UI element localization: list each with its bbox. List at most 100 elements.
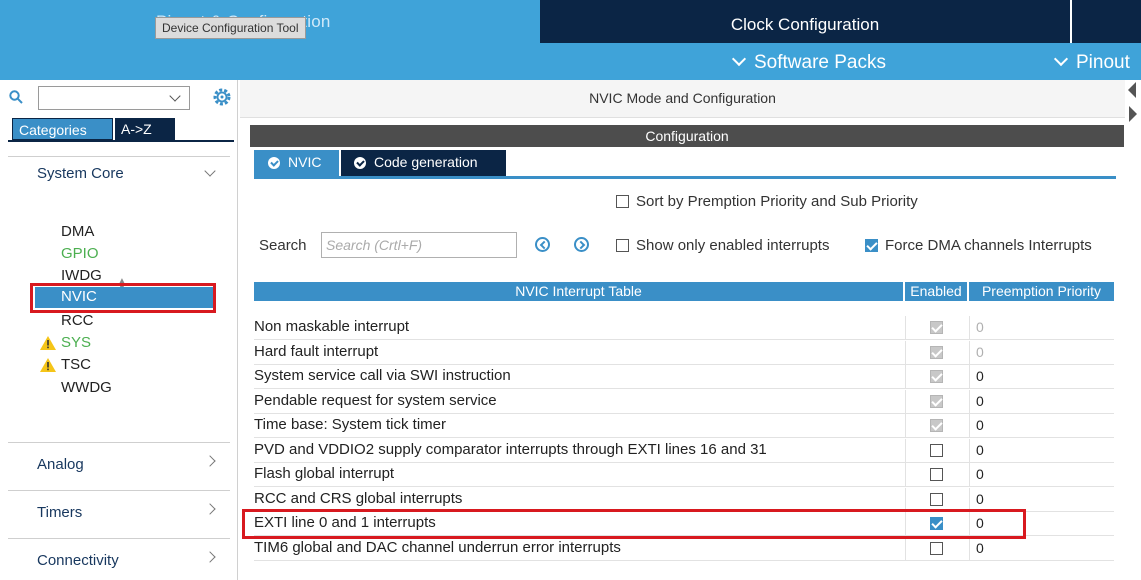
priority-value: 0: [976, 441, 984, 458]
section-timers-label: Timers: [37, 504, 83, 521]
column-header-enabled[interactable]: Enabled: [905, 282, 967, 301]
software-packs-label: Software Packs: [754, 52, 886, 73]
priority-value: 0: [976, 417, 984, 433]
enabled-checkbox: [930, 345, 943, 359]
tab-code-generation-label: Code generation: [374, 154, 478, 170]
section-system-core[interactable]: System Core: [8, 156, 230, 190]
sidebar-item-tsc[interactable]: TSC: [61, 356, 91, 373]
tab-clock-configuration[interactable]: Clock Configuration: [540, 0, 1070, 43]
category-search-combo[interactable]: [38, 86, 190, 110]
enabled-checkbox: [930, 370, 943, 383]
force-dma-checkbox[interactable]: [865, 239, 878, 252]
enabled-cell: [905, 463, 967, 487]
priority-value: 0: [976, 368, 984, 384]
priority-cell[interactable]: 0: [969, 536, 1114, 561]
warning-icon: [40, 358, 56, 372]
table-row[interactable]: Hard fault interrupt 0: [254, 340, 1114, 365]
table-row[interactable]: Pendable request for system service 0: [254, 389, 1114, 414]
search-icon[interactable]: [9, 90, 23, 104]
priority-cell[interactable]: 0: [969, 438, 1114, 463]
show-enabled-label: Show only enabled interrupts: [636, 237, 830, 254]
priority-cell[interactable]: 0: [969, 463, 1114, 487]
column-header-priority[interactable]: Preemption Priority: [969, 282, 1114, 301]
chevron-right-icon: [204, 455, 216, 467]
section-connectivity-label: Connectivity: [37, 552, 119, 569]
interrupt-name: PVD and VDDIO2 supply comparator interru…: [254, 440, 767, 458]
check-circle-icon: [354, 157, 366, 169]
table-row[interactable]: System service call via SWI instruction 0: [254, 365, 1114, 389]
chevron-down-icon: [204, 165, 216, 177]
sort-priority-label: Sort by Premption Priority and Sub Prior…: [636, 193, 918, 210]
tab-nvic-label: NVIC: [288, 154, 322, 170]
tab-nvic[interactable]: NVIC: [254, 150, 339, 176]
section-analog[interactable]: Analog: [8, 442, 230, 480]
column-header-name: NVIC Interrupt Table: [254, 282, 903, 301]
priority-cell[interactable]: 0: [969, 365, 1114, 389]
chevron-down-icon: [169, 90, 181, 102]
tab-underline: [254, 176, 1116, 179]
gear-icon[interactable]: [212, 87, 232, 107]
interrupt-name: Flash global interrupt: [254, 465, 395, 482]
enabled-checkbox[interactable]: [930, 541, 943, 555]
force-dma-label: Force DMA channels Interrupts: [885, 237, 1092, 254]
pinout-menu-label: Pinout: [1076, 52, 1130, 73]
left-panel: Categories A->Z System Core ▲▼ DMA GPIO …: [0, 80, 238, 580]
table-row[interactable]: PVD and VDDIO2 supply comparator interru…: [254, 438, 1114, 463]
table-row[interactable]: Non maskable interrupt 0: [254, 316, 1114, 340]
chevron-down-icon: [731, 51, 747, 67]
exti-highlight-box: [242, 509, 1026, 539]
interrupt-table-header: NVIC Interrupt Table Enabled Preemption …: [254, 282, 1114, 301]
table-row[interactable]: Flash global interrupt 0: [254, 463, 1114, 487]
priority-cell[interactable]: 0: [969, 316, 1114, 340]
tab-code-generation[interactable]: Code generation: [341, 150, 506, 176]
next-match-icon[interactable]: [574, 237, 589, 252]
section-system-core-label: System Core: [37, 165, 124, 182]
table-row[interactable]: Time base: System tick timer 0: [254, 414, 1114, 438]
interrupt-name: Time base: System tick timer: [254, 416, 446, 433]
priority-value: 0: [976, 319, 984, 335]
enabled-cell: [905, 536, 967, 561]
enabled-checkbox: [930, 394, 943, 408]
panel-scroll-arrows-icon[interactable]: [1124, 80, 1141, 126]
menu-bar: Software Packs Pinout: [0, 43, 1141, 80]
search-input[interactable]: [321, 232, 517, 258]
tab-categories[interactable]: Categories: [12, 118, 113, 140]
chevron-right-icon: [204, 503, 216, 515]
table-row[interactable]: TIM6 global and DAC channel underrun err…: [254, 536, 1114, 561]
priority-cell[interactable]: 0: [969, 487, 1114, 512]
sidebar-item-wwdg[interactable]: WWDG: [61, 379, 112, 396]
tab-a-to-z[interactable]: A->Z: [115, 118, 175, 140]
nvic-highlight-box: [30, 283, 216, 313]
sidebar-item-gpio[interactable]: GPIO: [61, 245, 99, 262]
section-connectivity[interactable]: Connectivity: [8, 538, 230, 576]
table-row[interactable]: RCC and CRS global interrupts 0: [254, 487, 1114, 512]
sidebar-item-iwdg[interactable]: IWDG: [61, 267, 102, 284]
previous-match-icon[interactable]: [535, 237, 550, 252]
priority-cell[interactable]: 0: [969, 340, 1114, 365]
section-analog-label: Analog: [37, 456, 84, 473]
tab-overflow[interactable]: [1070, 0, 1141, 43]
sidebar-item-dma[interactable]: DMA: [61, 223, 94, 240]
interrupt-name: Pendable request for system service: [254, 391, 497, 409]
chevron-down-icon: [1053, 51, 1069, 67]
tooltip: Device Configuration Tool: [155, 17, 306, 39]
priority-value: 0: [976, 539, 984, 556]
priority-value: 0: [976, 392, 984, 409]
priority-cell[interactable]: 0: [969, 389, 1114, 414]
software-packs-menu[interactable]: Software Packs: [731, 51, 886, 74]
priority-cell[interactable]: 0: [969, 414, 1114, 438]
right-panel: NVIC Mode and Configuration Configuratio…: [240, 80, 1141, 580]
sort-priority-checkbox[interactable]: [616, 195, 629, 208]
enabled-checkbox[interactable]: [930, 443, 943, 457]
sidebar-item-sys[interactable]: SYS: [61, 334, 91, 351]
priority-value: 0: [976, 466, 984, 482]
show-enabled-checkbox[interactable]: [616, 239, 629, 252]
enabled-cell: [905, 487, 967, 512]
sidebar-item-rcc[interactable]: RCC: [61, 312, 94, 329]
section-timers[interactable]: Timers: [8, 490, 230, 528]
enabled-checkbox[interactable]: [930, 492, 943, 506]
enabled-cell: [905, 316, 967, 340]
pinout-menu[interactable]: Pinout: [1053, 51, 1130, 74]
divider: [8, 140, 234, 142]
enabled-checkbox[interactable]: [930, 468, 943, 481]
